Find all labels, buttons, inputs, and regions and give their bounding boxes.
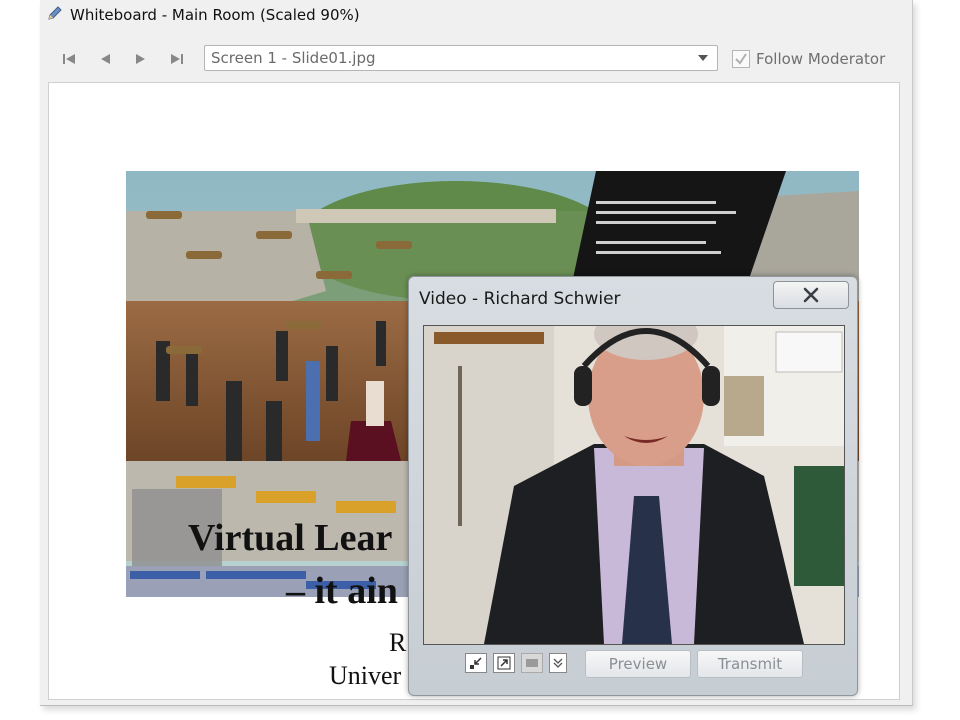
follow-moderator-checkbox[interactable] [732,50,750,68]
slide-affiliation: Univer [329,661,402,690]
next-slide-icon[interactable] [130,48,152,70]
first-slide-icon[interactable] [58,48,80,70]
transmit-button[interactable]: Transmit [697,650,803,678]
pencil-icon [46,4,64,26]
slide-author: R [389,628,407,657]
video-window[interactable]: Video - Richard Schwier Preview Transmit [408,276,858,696]
shrink-icon[interactable] [465,653,487,673]
preview-button[interactable]: Preview [585,650,691,678]
expand-icon[interactable] [493,653,515,673]
video-title: Video - Richard Schwier [419,289,621,309]
close-icon[interactable] [773,281,849,309]
slide-title-line2: – it ain [286,570,398,612]
whiteboard-title: Whiteboard - Main Room (Scaled 90%) [70,6,360,24]
follow-moderator-label: Follow Moderator [756,50,886,68]
screen-select-value: Screen 1 - Slide01.jpg [211,49,376,67]
chevron-down-icon[interactable] [549,653,567,673]
slide-title-line1: Virtual Lear [188,517,393,559]
follow-moderator-toggle[interactable]: Follow Moderator [732,47,885,71]
screen-select[interactable]: Screen 1 - Slide01.jpg [204,45,718,71]
last-slide-icon[interactable] [166,48,188,70]
camera-icon[interactable] [521,653,543,673]
video-feed [423,325,845,645]
chevron-down-icon[interactable] [693,48,713,68]
whiteboard-title-bar: Whiteboard - Main Room (Scaled 90%) [46,4,360,26]
prev-slide-icon[interactable] [94,48,116,70]
